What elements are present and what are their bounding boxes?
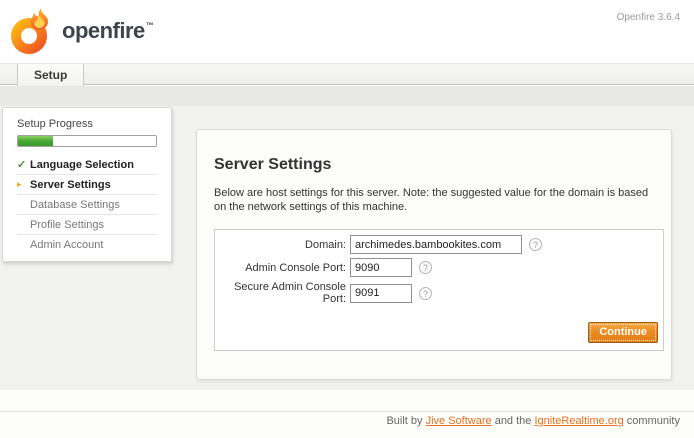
setup-progress-title: Setup Progress bbox=[17, 118, 157, 130]
content-area: Setup Progress ✓ Language Selection ▸ Se… bbox=[0, 106, 694, 390]
form-row-domain: Domain: ? bbox=[215, 235, 663, 254]
footer-divider bbox=[0, 411, 694, 412]
admin-port-label: Admin Console Port: bbox=[215, 262, 350, 274]
footer: Built by Jive Software and the IgniteRea… bbox=[0, 390, 694, 438]
version-label: Openfire 3.6.4 bbox=[617, 12, 680, 23]
tab-setup[interactable]: Setup bbox=[17, 64, 84, 86]
footer-credits: Built by Jive Software and the IgniteRea… bbox=[386, 415, 680, 427]
footer-text: and the bbox=[492, 415, 535, 427]
step-label: Language Selection bbox=[30, 159, 134, 171]
help-icon[interactable]: ? bbox=[419, 287, 432, 300]
help-icon[interactable]: ? bbox=[419, 261, 432, 274]
igniterealtime-link[interactable]: IgniteRealtime.org bbox=[534, 415, 623, 427]
step-label: Database Settings bbox=[30, 199, 120, 211]
secure-port-input[interactable] bbox=[350, 284, 412, 303]
setup-steps-list: ✓ Language Selection ▸ Server Settings D… bbox=[17, 155, 157, 255]
continue-button[interactable]: Continue bbox=[588, 322, 658, 343]
jive-software-link[interactable]: Jive Software bbox=[426, 415, 492, 427]
progress-bar bbox=[17, 135, 157, 147]
openfire-logo: openfire™ bbox=[8, 7, 153, 55]
arrow-right-icon: ▸ bbox=[17, 179, 30, 190]
form-row-secure-port: Secure Admin Console Port: ? bbox=[215, 281, 663, 305]
domain-input[interactable] bbox=[350, 235, 522, 254]
domain-label: Domain: bbox=[215, 239, 350, 251]
setup-progress-panel: Setup Progress ✓ Language Selection ▸ Se… bbox=[2, 107, 172, 262]
check-icon: ✓ bbox=[17, 158, 30, 171]
step-profile-settings: Profile Settings bbox=[17, 215, 157, 235]
step-admin-account: Admin Account bbox=[17, 235, 157, 255]
secure-port-label: Secure Admin Console Port: bbox=[215, 281, 350, 305]
footer-text: community bbox=[624, 415, 680, 427]
tab-bar: Setup bbox=[0, 63, 694, 85]
step-label: Server Settings bbox=[30, 179, 111, 191]
page-description: Below are host settings for this server.… bbox=[214, 186, 658, 214]
step-label: Profile Settings bbox=[30, 219, 104, 231]
footer-text: Built by bbox=[386, 415, 425, 427]
step-database-settings: Database Settings bbox=[17, 195, 157, 215]
help-icon[interactable]: ? bbox=[529, 238, 542, 251]
progress-bar-fill bbox=[18, 136, 53, 146]
step-language-selection: ✓ Language Selection bbox=[17, 155, 157, 175]
server-settings-form: Domain: ? Admin Console Port: ? Secure A… bbox=[214, 229, 664, 351]
flame-icon bbox=[8, 7, 56, 55]
admin-port-input[interactable] bbox=[350, 258, 412, 277]
trademark-symbol: ™ bbox=[146, 21, 154, 30]
step-label: Admin Account bbox=[30, 239, 103, 251]
page-title: Server Settings bbox=[214, 156, 671, 174]
logo-wordmark: openfire™ bbox=[62, 18, 153, 44]
step-server-settings: ▸ Server Settings bbox=[17, 175, 157, 195]
server-settings-panel: Server Settings Below are host settings … bbox=[196, 129, 672, 380]
form-row-admin-port: Admin Console Port: ? bbox=[215, 258, 663, 277]
subnav-band bbox=[0, 86, 694, 106]
openfire-setup-window: openfire™ Openfire 3.6.4 Setup Setup Pro… bbox=[0, 0, 694, 438]
header: openfire™ Openfire 3.6.4 bbox=[0, 0, 694, 63]
